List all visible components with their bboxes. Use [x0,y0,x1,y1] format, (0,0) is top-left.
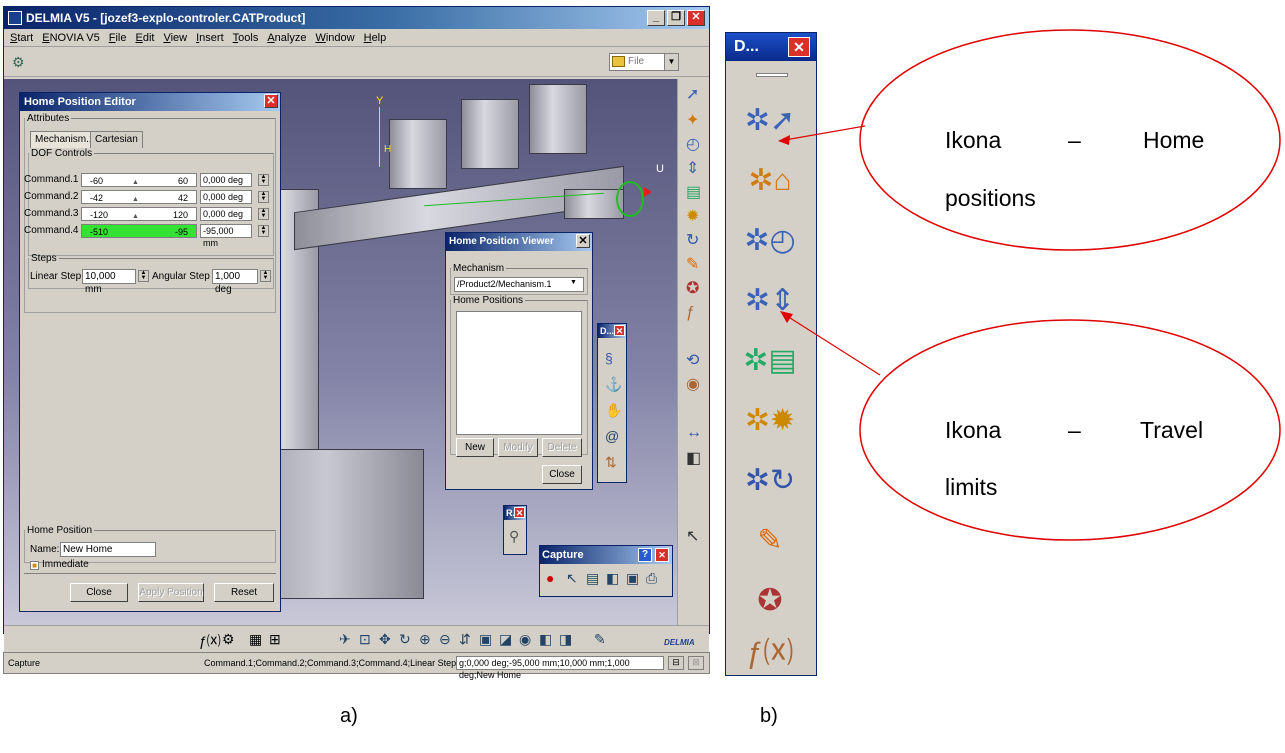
travel-callout-arrow [786,315,881,376]
travel-arrow-head [780,311,793,323]
caption-b: b) [760,705,778,727]
home-callout-dash: – [1068,127,1081,153]
travel-callout-word: Ikona [945,417,1002,443]
travel-callout-dash: – [1068,417,1081,443]
home-callout-word: Ikona [945,127,1002,153]
home-callout-right: Home [1143,127,1205,153]
travel-callout-line2: limits [945,474,998,500]
home-callout-arrow [784,125,866,141]
travel-callout-right: Travel [1140,417,1204,443]
home-arrow-head [778,135,790,145]
home-callout-line2: positions [945,185,1036,211]
caption-a: a) [340,705,358,727]
callout-overlay [778,29,1281,541]
